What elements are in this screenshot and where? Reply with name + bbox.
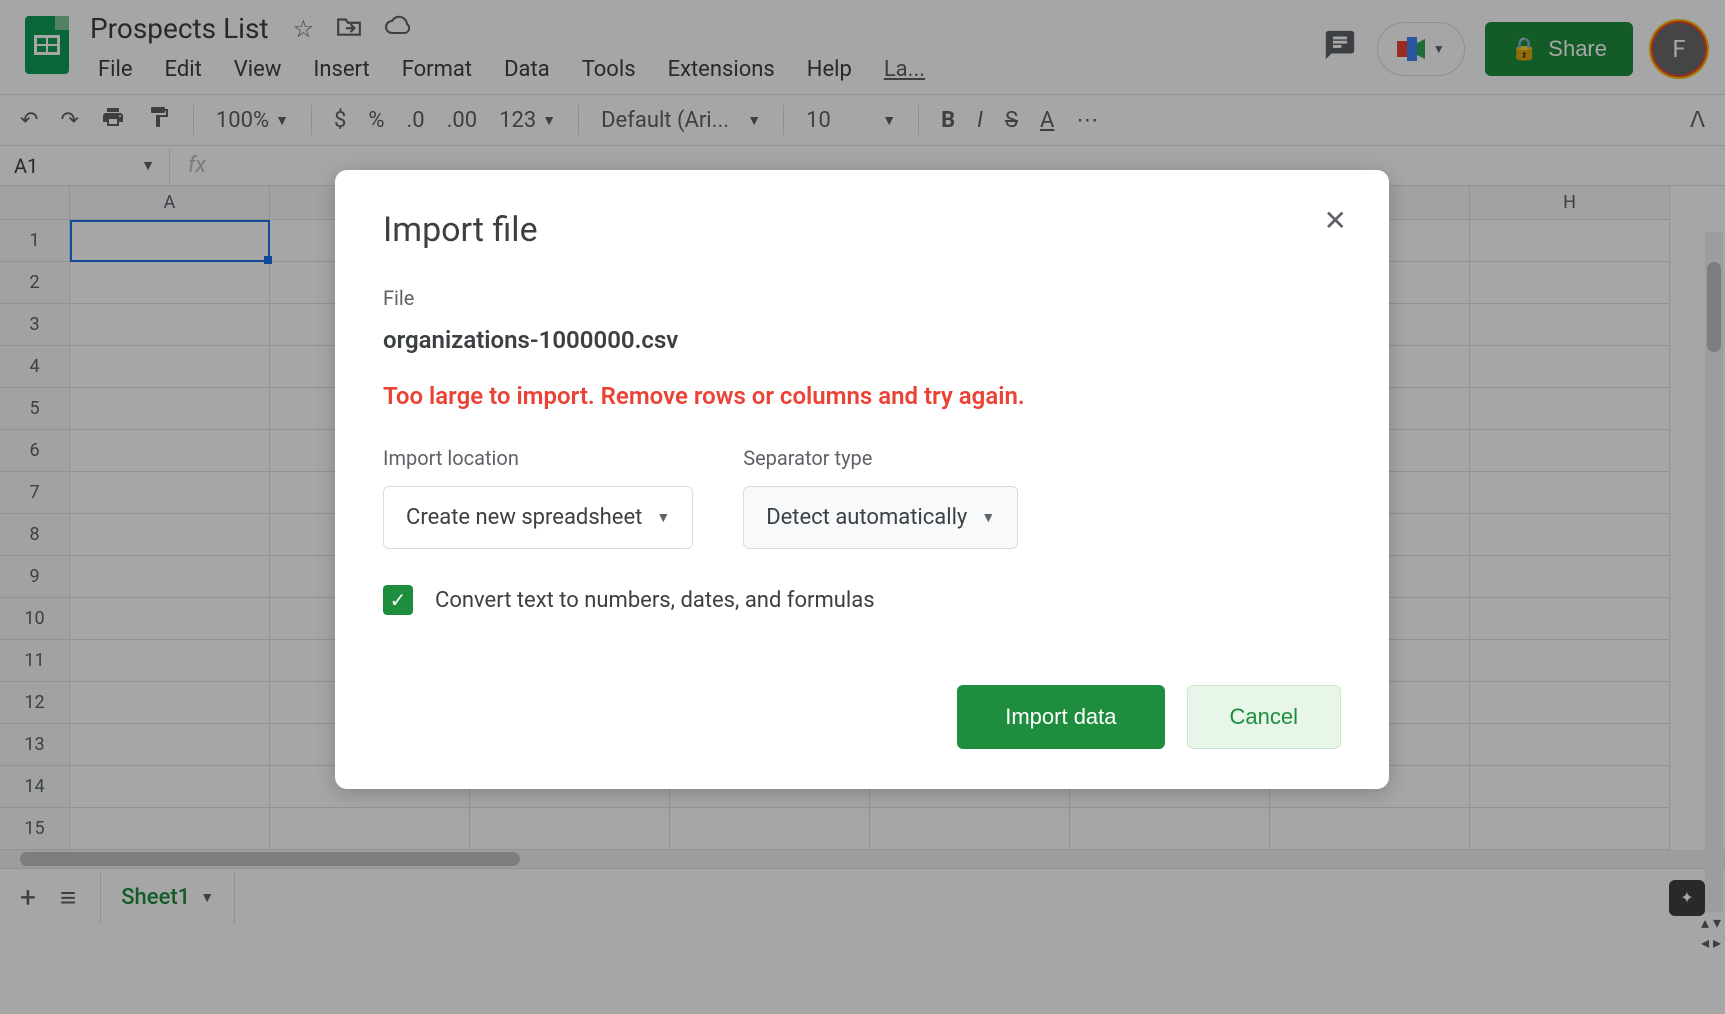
- import-location-dropdown[interactable]: Create new spreadsheet ▼: [383, 486, 693, 549]
- file-name: organizations-1000000.csv: [383, 326, 1341, 354]
- separator-label: Separator type: [743, 446, 1018, 470]
- chevron-down-icon: ▼: [656, 509, 670, 526]
- import-location-value: Create new spreadsheet: [406, 505, 642, 530]
- error-message: Too large to import. Remove rows or colu…: [383, 382, 1341, 410]
- cancel-button[interactable]: Cancel: [1187, 685, 1341, 749]
- separator-value: Detect automatically: [766, 505, 967, 530]
- check-icon: ✓: [390, 588, 407, 612]
- chevron-down-icon: ▼: [981, 509, 995, 526]
- file-label: File: [383, 286, 1341, 310]
- separator-dropdown[interactable]: Detect automatically ▼: [743, 486, 1018, 549]
- close-button[interactable]: ✕: [1324, 204, 1347, 237]
- convert-label: Convert text to numbers, dates, and form…: [435, 588, 875, 613]
- import-location-label: Import location: [383, 446, 693, 470]
- close-icon: ✕: [1324, 205, 1347, 236]
- convert-checkbox[interactable]: ✓: [383, 585, 413, 615]
- import-file-dialog: Import file ✕ File organizations-1000000…: [335, 170, 1389, 789]
- dialog-title: Import file: [383, 210, 1341, 250]
- import-data-button[interactable]: Import data: [957, 685, 1164, 749]
